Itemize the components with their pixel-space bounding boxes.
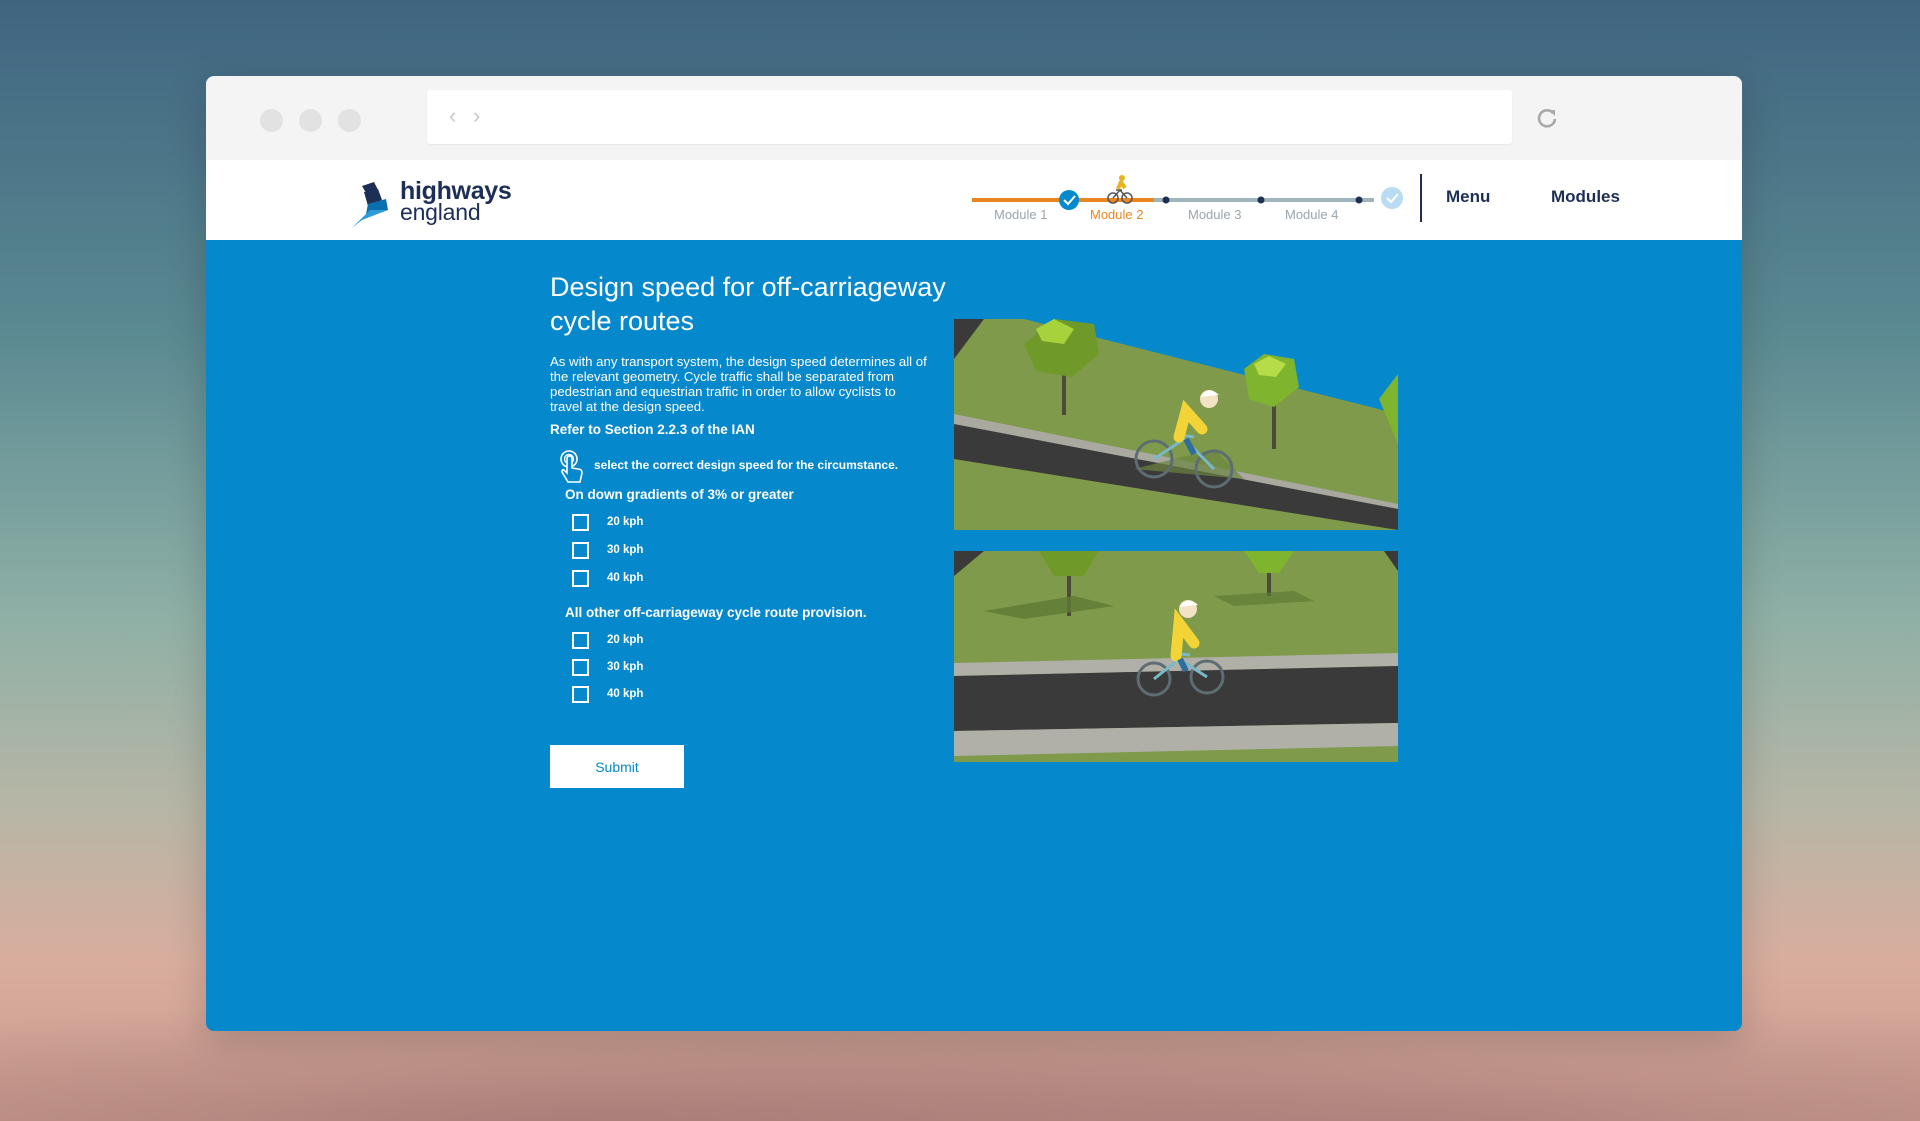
checkbox[interactable] — [572, 631, 589, 649]
option-label: 40 kph — [607, 572, 644, 584]
highways-england-logo-icon — [352, 182, 388, 228]
intro-text: As with any transport system, the design… — [550, 354, 927, 414]
downhill-cycling-illustration — [954, 319, 1398, 530]
window-close-dot[interactable] — [260, 109, 283, 132]
q2-option-40kph[interactable]: 40 kph — [565, 684, 643, 704]
q1-option-40kph[interactable]: 40 kph — [565, 568, 643, 588]
checkbox[interactable] — [572, 658, 589, 676]
reference-text: Refer to Section 2.2.3 of the IAN — [550, 422, 755, 437]
submit-button[interactable]: Submit — [550, 745, 684, 788]
logo-text-england: england — [400, 199, 481, 225]
app-header: highways england Module 1 Module 2 Modul… — [206, 160, 1742, 240]
option-label: 30 kph — [607, 544, 644, 556]
touch-hand-icon — [560, 450, 583, 483]
menu-button[interactable]: Menu — [1446, 187, 1490, 207]
back-arrow-icon[interactable]: ‹ — [449, 104, 456, 128]
q1-option-20kph[interactable]: 20 kph — [565, 512, 643, 532]
progress-track — [972, 175, 1403, 210]
main-content: Design speed for off-carriageway cycle r… — [206, 240, 1742, 1031]
flat-cycling-illustration — [954, 551, 1398, 762]
option-label: 20 kph — [607, 634, 644, 646]
reload-icon[interactable] — [1533, 104, 1561, 132]
module-1-complete-icon — [1059, 190, 1079, 210]
module-4-label[interactable]: Module 4 — [1285, 207, 1338, 222]
header-divider — [1420, 174, 1422, 222]
window-minimize-dot[interactable] — [299, 109, 322, 132]
checkbox[interactable] — [572, 569, 589, 587]
q2-option-30kph[interactable]: 30 kph — [565, 657, 643, 677]
option-label: 30 kph — [607, 661, 644, 673]
browser-window: ‹ › highways england Module 1 Module 2 M… — [206, 76, 1742, 1031]
question-1-heading: On down gradients of 3% or greater — [565, 487, 794, 502]
course-complete-icon — [1381, 187, 1403, 209]
checkbox[interactable] — [572, 685, 589, 703]
module-2-label[interactable]: Module 2 — [1090, 207, 1143, 222]
instruction-text: select the correct design speed for the … — [594, 458, 899, 472]
q1-option-30kph[interactable]: 30 kph — [565, 540, 643, 560]
module-1-label[interactable]: Module 1 — [994, 207, 1047, 222]
modules-button[interactable]: Modules — [1551, 187, 1620, 207]
option-label: 20 kph — [607, 516, 644, 528]
page-title: Design speed for off-carriageway cycle r… — [550, 272, 946, 336]
module-3-label[interactable]: Module 3 — [1188, 207, 1241, 222]
forward-arrow-icon[interactable]: › — [473, 104, 480, 128]
option-label: 40 kph — [607, 688, 644, 700]
checkbox[interactable] — [572, 541, 589, 559]
browser-chrome: ‹ › — [206, 76, 1742, 160]
module-progress: Module 1 Module 2 Module 3 Module 4 — [964, 160, 1414, 240]
question-2-heading: All other off-carriageway cycle route pr… — [565, 605, 867, 620]
checkbox[interactable] — [572, 513, 589, 531]
window-maximize-dot[interactable] — [338, 109, 361, 132]
q2-option-20kph[interactable]: 20 kph — [565, 630, 643, 650]
address-bar[interactable]: ‹ › — [427, 90, 1512, 144]
